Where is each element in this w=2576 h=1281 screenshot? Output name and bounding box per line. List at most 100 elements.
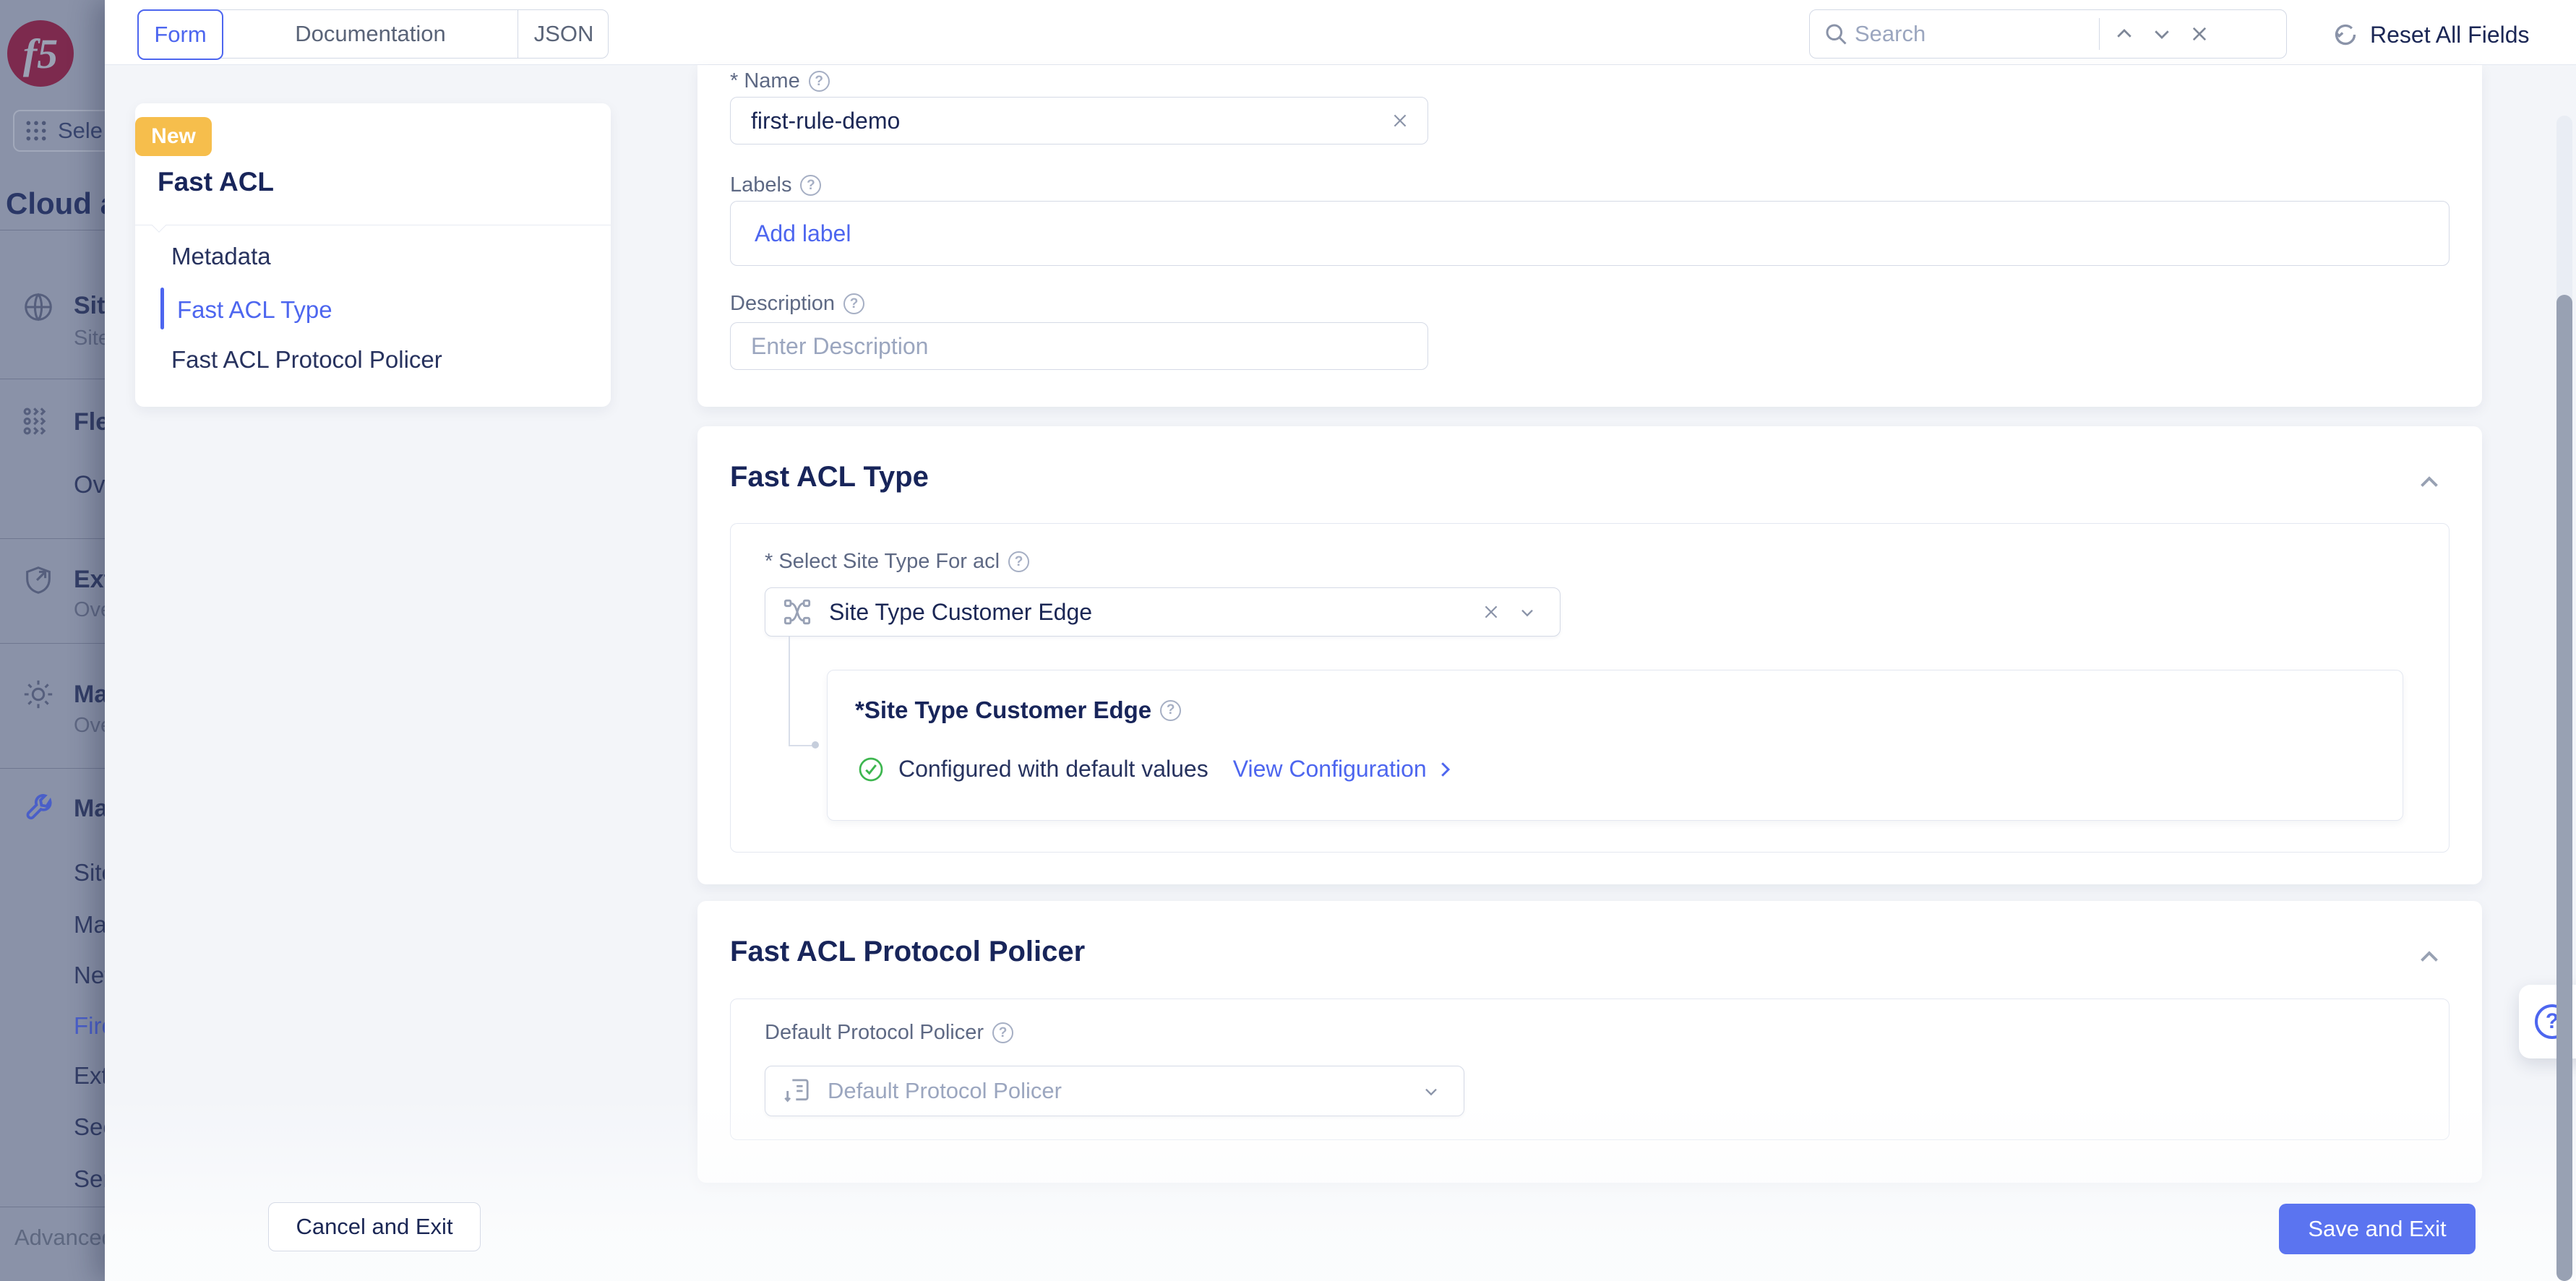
site-type-config-card: *Site Type Customer Edge ? Configured wi… <box>827 670 2403 821</box>
name-input-wrap <box>730 97 1428 145</box>
description-label-text: Description <box>730 292 835 316</box>
wizard-nav-card: New Fast ACL Metadata Fast ACL Type Fast… <box>135 103 611 407</box>
sidebar-item-services[interactable]: Servi <box>74 1165 105 1193</box>
section-title: Fast ACL Protocol Policer <box>730 936 1085 968</box>
connector-line <box>789 745 815 746</box>
save-and-exit-button[interactable]: Save and Exit <box>2279 1204 2476 1254</box>
labels-box: Add label <box>730 201 2450 266</box>
divider <box>0 538 105 539</box>
policer-select-placeholder: Default Protocol Policer <box>828 1078 1413 1104</box>
new-badge: New <box>135 117 212 156</box>
wizard-item-metadata[interactable]: Metadata <box>171 243 271 270</box>
labels-label-text: Labels <box>730 173 791 197</box>
site-type-select-value: Site Type Customer Edge <box>829 599 1473 626</box>
sidebar-item-firewall-active[interactable]: Firew <box>74 1012 105 1040</box>
clear-site-type-icon[interactable] <box>1473 594 1509 630</box>
description-input-wrap <box>730 322 1428 370</box>
tab-documentation[interactable]: Documentation <box>223 10 518 58</box>
help-icon[interactable]: ? <box>992 1022 1013 1043</box>
labels-field-label: Labels ? <box>730 173 821 197</box>
f5-logo: f5 <box>7 20 74 87</box>
tab-json[interactable]: JSON <box>518 10 609 58</box>
select-service-button[interactable]: Sele <box>13 110 105 152</box>
cancel-and-exit-button[interactable]: Cancel and Exit <box>268 1202 481 1251</box>
shuffle-icon <box>783 598 812 626</box>
chevron-down-icon[interactable] <box>2143 15 2181 53</box>
site-type-select[interactable]: Site Type Customer Edge <box>765 587 1560 637</box>
connector-line <box>789 637 790 746</box>
wizard-item-fast-acl-type[interactable]: Fast ACL Type <box>177 296 332 324</box>
scrollbar-thumb[interactable] <box>2556 295 2572 1281</box>
tab-form[interactable]: Form <box>137 9 223 60</box>
help-icon[interactable]: ? <box>843 293 864 314</box>
sidebar-item-managed[interactable]: Man <box>74 681 105 709</box>
search-input[interactable] <box>1855 21 2093 47</box>
divider <box>0 643 105 644</box>
help-icon[interactable]: ? <box>809 71 830 92</box>
chevron-up-icon[interactable] <box>2105 15 2143 53</box>
fast-acl-form-panel: Form Documentation JSON <box>105 0 2576 1281</box>
chevron-down-icon[interactable] <box>1509 594 1545 630</box>
sidebar-item-site-management[interactable]: Site M <box>74 859 105 887</box>
default-protocol-policer-label: Default Protocol Policer ? <box>765 1021 1013 1045</box>
sidebar-item-external-sub[interactable]: Exter <box>74 1062 105 1090</box>
view-configuration-link[interactable]: View Configuration <box>1233 756 1427 782</box>
sidebar-subitem-overview[interactable]: Over <box>74 471 105 499</box>
wizard-item-fast-acl-protocol-policer[interactable]: Fast ACL Protocol Policer <box>171 346 442 374</box>
nested-title-row: *Site Type Customer Edge ? <box>855 696 1181 724</box>
connector-dot <box>812 741 819 749</box>
description-input[interactable] <box>751 333 1407 360</box>
chevron-right-icon[interactable] <box>1434 759 1456 780</box>
chevron-down-icon[interactable] <box>1413 1073 1449 1109</box>
name-field-label: * Name ? <box>730 69 830 93</box>
sidebar-subitem[interactable]: Overv <box>74 598 105 622</box>
config-status-text: Configured with default values <box>898 756 1208 782</box>
collapse-section-icon[interactable] <box>2409 462 2450 503</box>
sidebar-item-fleets[interactable]: Flee <box>74 408 105 436</box>
nested-title: *Site Type Customer Edge <box>855 696 1151 724</box>
policer-label-text: Default Protocol Policer <box>765 1021 984 1045</box>
name-input[interactable] <box>751 108 1383 134</box>
help-icon[interactable]: ? <box>800 175 821 196</box>
reset-all-fields-button[interactable]: Reset All Fields <box>2331 14 2530 55</box>
advanced-toggle[interactable]: Advanced <box>14 1225 105 1251</box>
name-label-text: * Name <box>730 69 800 93</box>
site-type-group-box: * Select Site Type For acl ? Site Type C… <box>730 523 2450 853</box>
globe-icon <box>22 290 55 324</box>
sidebar-subitem[interactable]: Overv <box>74 714 105 738</box>
divider <box>2099 18 2100 50</box>
waffle-icon <box>25 119 48 142</box>
form-header: Form Documentation JSON <box>105 0 2576 65</box>
sidebar-item-manage-sub[interactable]: Mana <box>74 911 105 939</box>
sidebar-item-manage[interactable]: Man <box>74 795 105 823</box>
section-title: Fast ACL Type <box>730 461 929 493</box>
metadata-card: * Name ? Labels ? Add label Description … <box>697 65 2482 407</box>
divider <box>0 768 105 769</box>
select-service-label: Sele <box>58 118 103 144</box>
select-site-type-label-text: * Select Site Type For acl <box>765 550 1000 574</box>
app-sidebar: f5 Sele Cloud a Sites Site M <box>0 0 105 1281</box>
sidebar-item-sites[interactable]: Sites <box>74 292 105 320</box>
policer-doc-icon <box>783 1077 812 1105</box>
default-protocol-policer-select[interactable]: Default Protocol Policer <box>765 1066 1464 1116</box>
help-icon[interactable]: ? <box>1008 551 1029 572</box>
shield-arrow-icon <box>22 564 55 597</box>
policer-group-box: Default Protocol Policer ? Default Proto… <box>730 999 2450 1140</box>
sidebar-item-external[interactable]: Exte <box>74 566 105 594</box>
gear-icon <box>22 678 55 711</box>
search-icon <box>1817 15 1855 53</box>
check-circle-icon <box>858 756 884 782</box>
description-field-label: Description ? <box>730 292 864 316</box>
fleet-icon <box>22 405 55 438</box>
help-icon[interactable]: ? <box>1160 700 1181 721</box>
sidebar-item-networking[interactable]: Netw <box>74 962 105 989</box>
sidebar-section-title: Cloud a <box>6 186 105 221</box>
select-site-type-label: * Select Site Type For acl ? <box>765 550 1029 574</box>
add-label-link[interactable]: Add label <box>755 220 851 247</box>
clear-search-icon[interactable] <box>2181 15 2218 53</box>
collapse-section-icon[interactable] <box>2409 937 2450 978</box>
clear-name-icon[interactable] <box>1383 103 1417 139</box>
sidebar-subitem[interactable]: Site M <box>74 327 105 350</box>
config-status-row: Configured with default values View Conf… <box>858 756 1456 782</box>
sidebar-item-secrets[interactable]: Secr <box>74 1113 105 1141</box>
